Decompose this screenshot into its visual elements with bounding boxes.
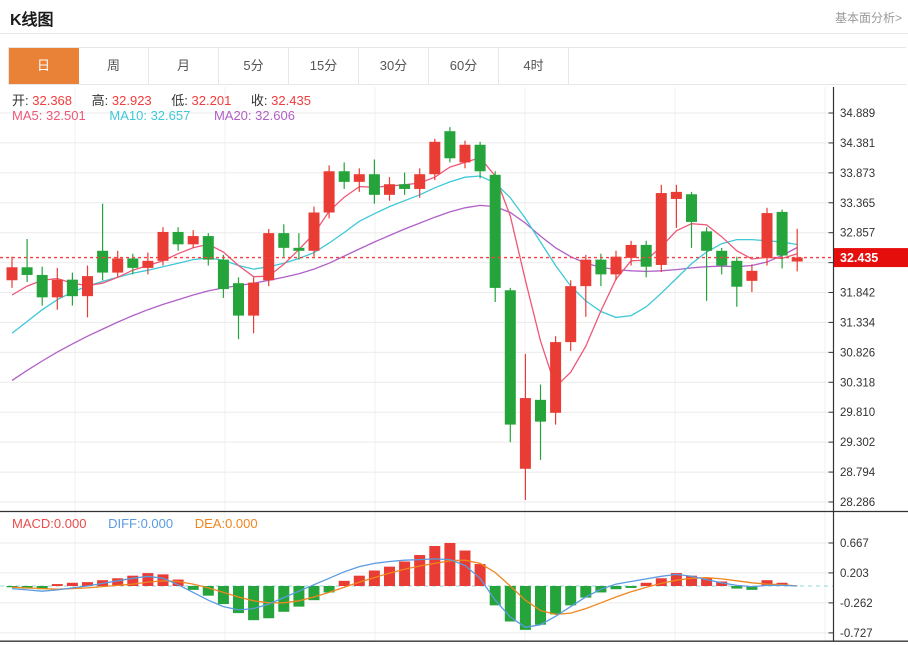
tab-60min[interactable]: 60分 bbox=[429, 48, 499, 84]
ma20-value: 32.606 bbox=[255, 108, 295, 123]
ma-legend: MA5: 32.501 MA10: 32.657 MA20: 32.606 bbox=[12, 108, 315, 123]
tab-month[interactable]: 月 bbox=[149, 48, 219, 84]
diff-value: 0.000 bbox=[141, 516, 174, 531]
dea-value: 0.000 bbox=[225, 516, 258, 531]
ma10-line bbox=[12, 176, 797, 333]
low-item: 低: 32.201 bbox=[171, 93, 231, 108]
close-label: 收: bbox=[251, 93, 268, 108]
ma5-value: 32.501 bbox=[46, 108, 86, 123]
svg-text:34.889: 34.889 bbox=[840, 108, 875, 120]
svg-text:28.286: 28.286 bbox=[840, 497, 875, 509]
macd-item: MACD:0.000 bbox=[12, 516, 86, 531]
tab-30min[interactable]: 30分 bbox=[359, 48, 429, 84]
tab-day[interactable]: 日 bbox=[9, 48, 79, 84]
diff-item: DIFF:0.000 bbox=[108, 516, 173, 531]
ma10-label: MA10: bbox=[109, 108, 147, 123]
ma5-label: MA5: bbox=[12, 108, 42, 123]
ma10-value: 32.657 bbox=[151, 108, 191, 123]
close-item: 收: 32.435 bbox=[251, 93, 311, 108]
y-axis: 34.88934.38133.87333.36532.85732.34931.8… bbox=[829, 87, 876, 641]
svg-text:34.381: 34.381 bbox=[840, 138, 875, 150]
period-tab-bar: 日 周 月 5分 15分 30分 60分 4时 bbox=[8, 47, 906, 85]
high-value: 32.923 bbox=[112, 93, 152, 108]
svg-text:30.826: 30.826 bbox=[840, 347, 875, 359]
svg-text:29.810: 29.810 bbox=[840, 407, 875, 419]
open-label: 开: bbox=[12, 93, 29, 108]
tab-week[interactable]: 周 bbox=[79, 48, 149, 84]
low-label: 低: bbox=[171, 93, 188, 108]
fundamental-analysis-link[interactable]: 基本面分析> bbox=[835, 9, 902, 26]
svg-text:30.318: 30.318 bbox=[840, 377, 875, 389]
ohlc-legend: 开: 32.368 高: 32.923 低: 32.201 收: 32.435 bbox=[12, 90, 327, 109]
candles bbox=[7, 127, 803, 500]
svg-text:0.667: 0.667 bbox=[840, 538, 869, 550]
title-divider bbox=[0, 33, 908, 34]
candlestick-macd-chart[interactable]: 34.88934.38133.87333.36532.85732.34931.8… bbox=[0, 85, 908, 645]
low-value: 32.201 bbox=[192, 93, 232, 108]
page-title: K线图 bbox=[10, 6, 54, 30]
dea-item: DEA:0.000 bbox=[195, 516, 258, 531]
macd-value: 0.000 bbox=[54, 516, 87, 531]
close-value: 32.435 bbox=[271, 93, 311, 108]
ma20-item: MA20: 32.606 bbox=[214, 108, 295, 123]
open-value: 32.368 bbox=[32, 93, 72, 108]
kline-page: K线图 基本面分析> 日 周 月 5分 15分 30分 60分 4时 34.88… bbox=[0, 0, 908, 645]
open-item: 开: 32.368 bbox=[12, 93, 72, 108]
svg-text:31.334: 31.334 bbox=[840, 317, 876, 329]
svg-text:33.873: 33.873 bbox=[840, 168, 875, 180]
svg-text:33.365: 33.365 bbox=[840, 198, 875, 210]
svg-text:28.794: 28.794 bbox=[840, 467, 876, 479]
tab-15min[interactable]: 15分 bbox=[289, 48, 359, 84]
svg-text:-0.262: -0.262 bbox=[840, 598, 873, 610]
ma20-label: MA20: bbox=[214, 108, 252, 123]
tab-4hour[interactable]: 4时 bbox=[499, 48, 569, 84]
macd-legend: MACD:0.000 DIFF:0.000 DEA:0.000 bbox=[12, 516, 276, 531]
high-item: 高: 32.923 bbox=[92, 93, 152, 108]
diff-label: DIFF: bbox=[108, 516, 141, 531]
svg-text:0.203: 0.203 bbox=[840, 568, 869, 580]
ma10-item: MA10: 32.657 bbox=[109, 108, 190, 123]
svg-text:31.842: 31.842 bbox=[840, 288, 875, 300]
svg-text:-0.727: -0.727 bbox=[840, 628, 873, 640]
tab-5min[interactable]: 5分 bbox=[219, 48, 289, 84]
dea-label: DEA: bbox=[195, 516, 225, 531]
svg-text:29.302: 29.302 bbox=[840, 437, 875, 449]
ma5-item: MA5: 32.501 bbox=[12, 108, 86, 123]
price-badge: 32.435 bbox=[834, 248, 908, 267]
macd-label: MACD: bbox=[12, 516, 54, 531]
high-label: 高: bbox=[92, 93, 109, 108]
svg-text:32.857: 32.857 bbox=[840, 228, 875, 240]
svg-text:32.435: 32.435 bbox=[840, 251, 878, 265]
